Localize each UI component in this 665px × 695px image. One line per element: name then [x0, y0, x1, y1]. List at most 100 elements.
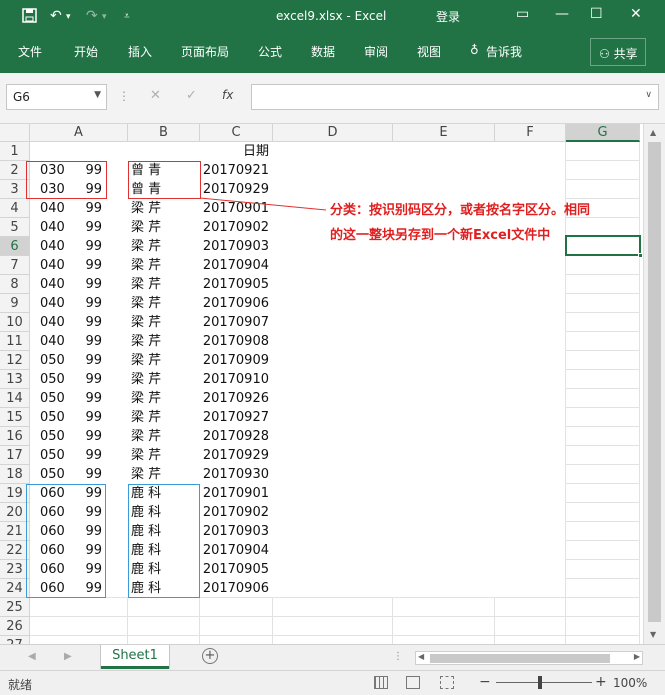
cell-id-suffix[interactable]: 99 [82, 370, 102, 389]
scroll-down-icon[interactable]: ▼ [650, 630, 656, 639]
select-all-corner[interactable] [0, 124, 30, 142]
tab-file[interactable]: 文件 [18, 43, 42, 60]
tab-page-layout[interactable]: 页面布局 [181, 43, 229, 60]
cell-id-suffix[interactable]: 99 [82, 389, 102, 408]
cell-id[interactable]: 040 [40, 332, 68, 351]
cell-date[interactable]: 20170929 [200, 446, 272, 465]
chevron-down-icon[interactable]: ▼ [94, 90, 101, 100]
next-sheet-icon[interactable]: ▶ [64, 651, 72, 662]
cell-id[interactable]: 040 [40, 275, 68, 294]
row-header[interactable]: 13 [0, 370, 30, 389]
save-icon[interactable] [22, 8, 37, 27]
cell-name[interactable]: 梁 芹 [131, 351, 197, 370]
cell-name[interactable]: 梁 芹 [131, 313, 197, 332]
row-header[interactable]: 14 [0, 389, 30, 408]
vertical-scrollbar[interactable]: ▲ ▼ [643, 124, 665, 644]
cell-date[interactable]: 20170909 [200, 351, 272, 370]
scroll-up-icon[interactable]: ▲ [650, 128, 656, 137]
tab-insert[interactable]: 插入 [128, 43, 152, 60]
cell-name[interactable]: 梁 芹 [131, 446, 197, 465]
column-header-d[interactable]: D [273, 124, 393, 142]
cell-name[interactable]: 梁 芹 [131, 218, 197, 237]
tell-me-box[interactable]: 告诉我 [486, 43, 522, 60]
zoom-slider[interactable] [496, 682, 592, 683]
cell-date[interactable]: 20170905 [200, 275, 272, 294]
undo-dropdown-icon[interactable]: ▾ [66, 12, 71, 22]
customize-icon[interactable]: ⩡ [124, 11, 130, 22]
cell-date[interactable]: 20170903 [200, 522, 272, 541]
share-button[interactable]: ⚇ 共享 [590, 38, 646, 66]
formula-input[interactable]: ∨ [251, 84, 659, 110]
cell-id-suffix[interactable]: 99 [82, 408, 102, 427]
row-header[interactable]: 16 [0, 427, 30, 446]
cell-date[interactable]: 20170902 [200, 503, 272, 522]
cell-id-suffix[interactable]: 99 [82, 427, 102, 446]
column-header-c[interactable]: C [200, 124, 273, 142]
row-header[interactable]: 9 [0, 294, 30, 313]
column-header-a[interactable]: A [30, 124, 128, 142]
undo-icon[interactable]: ↶ [50, 8, 62, 24]
scroll-left-icon[interactable]: ◀ [418, 652, 424, 661]
row-header[interactable]: 12 [0, 351, 30, 370]
vertical-scroll-thumb[interactable] [648, 142, 661, 622]
cell-date[interactable]: 20170906 [200, 579, 272, 598]
cell-id-suffix[interactable]: 99 [82, 465, 102, 484]
tab-data[interactable]: 数据 [311, 43, 335, 60]
cell-id-suffix[interactable]: 99 [82, 237, 102, 256]
tab-formulas[interactable]: 公式 [258, 43, 282, 60]
cell-id[interactable]: 050 [40, 446, 68, 465]
insert-function-icon[interactable]: fx [222, 88, 233, 102]
cell-date[interactable]: 20170906 [200, 294, 272, 313]
cell-id[interactable]: 040 [40, 218, 68, 237]
prev-sheet-icon[interactable]: ◀ [28, 651, 36, 662]
column-header-f[interactable]: F [495, 124, 566, 142]
cell-date[interactable]: 20170921 [200, 161, 272, 180]
column-header-e[interactable]: E [393, 124, 495, 142]
cell-date-header[interactable]: 日期 [200, 142, 272, 161]
zoom-slider-knob[interactable] [538, 676, 542, 689]
cell-date[interactable]: 20170928 [200, 427, 272, 446]
cell-name[interactable]: 梁 芹 [131, 408, 197, 427]
cell-name[interactable]: 梁 芹 [131, 256, 197, 275]
cell-id[interactable]: 050 [40, 389, 68, 408]
minimize-icon[interactable]: — [555, 6, 569, 22]
cell-name[interactable]: 梁 芹 [131, 370, 197, 389]
row-header[interactable]: 8 [0, 275, 30, 294]
cell-id[interactable]: 050 [40, 351, 68, 370]
row-header[interactable]: 25 [0, 598, 30, 617]
row-header[interactable]: 17 [0, 446, 30, 465]
row-header[interactable]: 7 [0, 256, 30, 275]
cell-date[interactable]: 20170903 [200, 237, 272, 256]
cell-id-suffix[interactable]: 99 [82, 294, 102, 313]
cell-id-suffix[interactable]: 99 [82, 256, 102, 275]
cell-name[interactable]: 梁 芹 [131, 294, 197, 313]
row-header[interactable]: 10 [0, 313, 30, 332]
row-header[interactable]: 4 [0, 199, 30, 218]
horizontal-scroll-thumb[interactable] [430, 654, 610, 663]
zoom-level[interactable]: 100% [613, 676, 647, 690]
cell-date[interactable]: 20170905 [200, 560, 272, 579]
cell-name[interactable]: 梁 芹 [131, 237, 197, 256]
close-icon[interactable]: ✕ [630, 6, 642, 22]
row-header[interactable]: 18 [0, 465, 30, 484]
cell-id-suffix[interactable]: 99 [82, 313, 102, 332]
cell-date[interactable]: 20170904 [200, 541, 272, 560]
horizontal-scrollbar[interactable]: ◀ ▶ [415, 651, 643, 665]
cell-id-suffix[interactable]: 99 [82, 351, 102, 370]
cell-id-suffix[interactable]: 99 [82, 446, 102, 465]
cell-id[interactable]: 050 [40, 427, 68, 446]
cell-id[interactable]: 040 [40, 294, 68, 313]
cell-date[interactable]: 20170907 [200, 313, 272, 332]
cell-name[interactable]: 梁 芹 [131, 427, 197, 446]
cell-date[interactable]: 20170927 [200, 408, 272, 427]
tab-split-grip-icon[interactable]: ⋮ [393, 651, 403, 662]
enter-icon[interactable]: ✓ [186, 88, 197, 103]
cell-date[interactable]: 20170926 [200, 389, 272, 408]
row-header[interactable]: 26 [0, 617, 30, 636]
row-header[interactable]: 6 [0, 237, 30, 256]
cell-date[interactable]: 20170904 [200, 256, 272, 275]
tab-view[interactable]: 视图 [417, 43, 441, 60]
row-header[interactable]: 15 [0, 408, 30, 427]
row-header[interactable]: 1 [0, 142, 30, 161]
cell-date[interactable]: 20170910 [200, 370, 272, 389]
